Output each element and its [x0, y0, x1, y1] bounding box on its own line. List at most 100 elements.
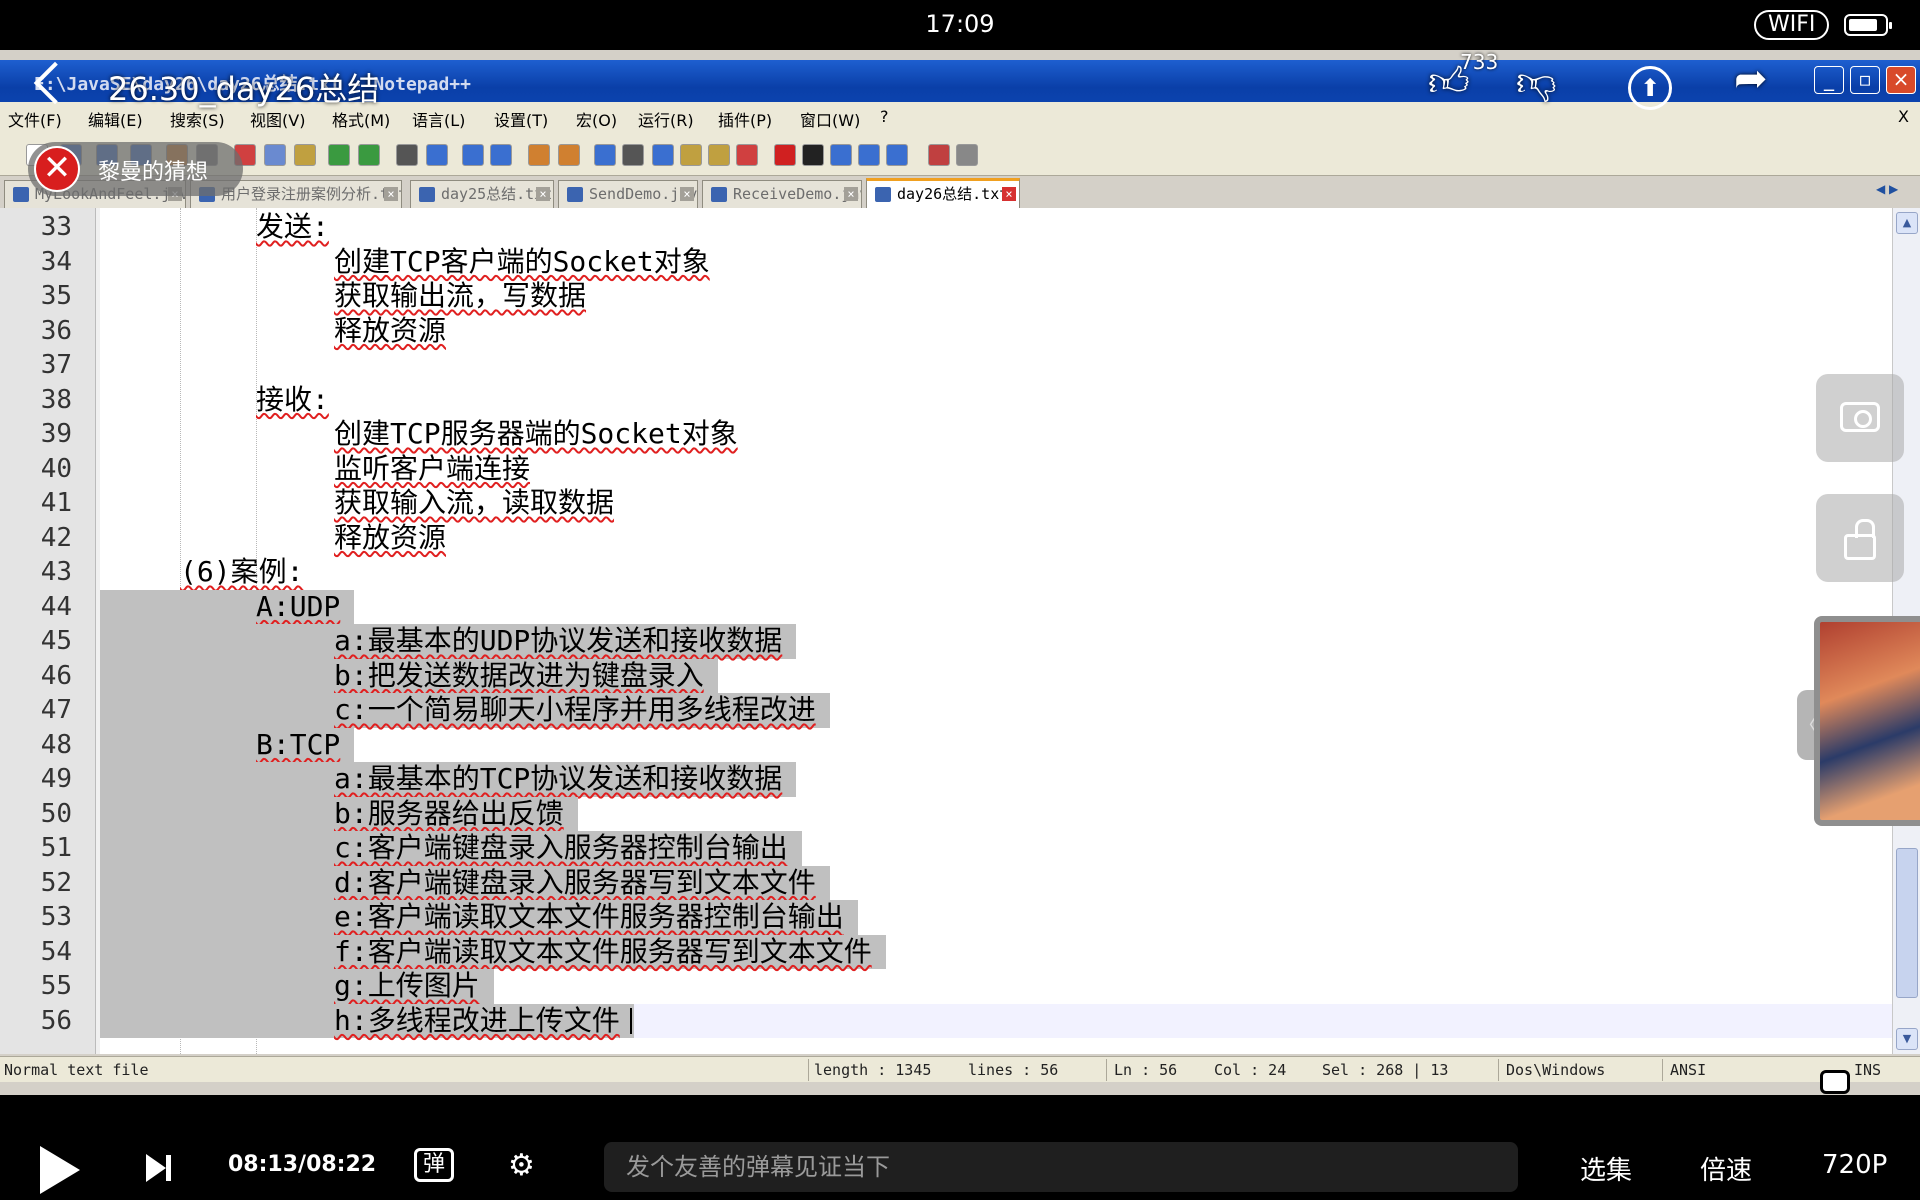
- editor-line[interactable]: 获取输入流，读取数据 41: [0, 486, 1892, 521]
- file-tab[interactable]: SendDemo.java ×: [558, 180, 698, 208]
- menu-item[interactable]: 窗口(W): [800, 107, 860, 131]
- editor-line[interactable]: 发送: 33: [0, 210, 1892, 245]
- share-icon[interactable]: ➦: [1734, 56, 1768, 102]
- menu-item[interactable]: 编辑(E): [88, 107, 143, 131]
- screenshot-button[interactable]: [1816, 374, 1904, 462]
- toolbar-button-icon[interactable]: [956, 144, 978, 166]
- editor-line[interactable]: e:客户端读取文本文件服务器控制台输出 53: [0, 900, 1892, 935]
- editor-line[interactable]: g:上传图片 55: [0, 969, 1892, 1004]
- lock-screen-button[interactable]: [1816, 494, 1904, 582]
- toolbar-button-icon[interactable]: [264, 144, 286, 166]
- menu-close-icon[interactable]: X: [1898, 107, 1909, 126]
- speed-button[interactable]: 倍速: [1700, 1150, 1752, 1187]
- editor-line[interactable]: B:TCP 48: [0, 727, 1892, 762]
- toolbar-button-icon[interactable]: [886, 144, 908, 166]
- toolbar-button-icon[interactable]: [462, 144, 484, 166]
- menu-item[interactable]: 搜索(S): [170, 107, 225, 131]
- editor-line[interactable]: c:一个简易聊天小程序并用多线程改进 47: [0, 693, 1892, 728]
- menu-item[interactable]: 语言(L): [412, 107, 465, 131]
- editor-line[interactable]: 37: [0, 348, 1892, 383]
- scroll-thumb[interactable]: [1896, 848, 1918, 998]
- file-tab[interactable]: ReceiveDemo.java×: [702, 180, 862, 208]
- toolbar-button-icon[interactable]: [736, 144, 758, 166]
- episodes-button[interactable]: 选集: [1580, 1150, 1632, 1187]
- toolbar-button-icon[interactable]: [396, 144, 418, 166]
- tab-close-icon[interactable]: ×: [536, 187, 550, 201]
- tab-close-icon[interactable]: ×: [844, 187, 858, 201]
- menu-item[interactable]: 运行(R): [638, 107, 694, 131]
- close-window-button[interactable]: ×: [1886, 66, 1916, 94]
- tab-close-icon[interactable]: ×: [680, 187, 694, 201]
- danmaku-settings-icon[interactable]: ⚙: [508, 1148, 548, 1184]
- menu-item[interactable]: 文件(F): [8, 107, 62, 131]
- toolbar-button-icon[interactable]: [774, 144, 796, 166]
- menu-item[interactable]: 视图(V): [250, 107, 305, 131]
- toolbar-button-icon[interactable]: [928, 144, 950, 166]
- toolbar-button-icon[interactable]: [328, 144, 350, 166]
- source-label: 黎曼的猜想: [98, 160, 209, 185]
- editor-line[interactable]: f:客户端读取文本文件服务器写到文本文件 54: [0, 934, 1892, 969]
- editor-line[interactable]: h:多线程改进上传文件 56: [0, 1003, 1892, 1038]
- menu-item[interactable]: 设置(T): [494, 107, 548, 131]
- toolbar-button-icon[interactable]: [858, 144, 880, 166]
- close-x-icon: ✕: [34, 146, 80, 192]
- editor-line[interactable]: A:UDP 44: [0, 589, 1892, 624]
- editor-line[interactable]: 创建TCP客户端的Socket对象 34: [0, 245, 1892, 280]
- editor-line[interactable]: b:服务器给出反馈 50: [0, 796, 1892, 831]
- toolbar-button-icon[interactable]: [652, 144, 674, 166]
- minimize-button[interactable]: _: [1814, 66, 1844, 94]
- editor-line[interactable]: a:最基本的UDP协议发送和接收数据 45: [0, 624, 1892, 659]
- danmaku-input[interactable]: 发个友善的弹幕见证当下: [604, 1142, 1518, 1192]
- menu-item[interactable]: 宏(O): [576, 107, 617, 131]
- toolbar-button-icon[interactable]: [594, 144, 616, 166]
- toolbar-button-icon[interactable]: [294, 144, 316, 166]
- video-title: 26.30_day26总结: [108, 70, 380, 108]
- line-number: 52: [40, 867, 72, 898]
- toolbar-button-icon[interactable]: [558, 144, 580, 166]
- scroll-up-arrow[interactable]: ▲: [1896, 212, 1918, 234]
- toolbar-button-icon[interactable]: [680, 144, 702, 166]
- editor-line[interactable]: b:把发送数据改进为键盘录入 46: [0, 658, 1892, 693]
- menu-item[interactable]: 格式(M): [332, 107, 390, 131]
- editor-line[interactable]: 创建TCP服务器端的Socket对象 39: [0, 417, 1892, 452]
- quality-button[interactable]: 720P: [1822, 1150, 1887, 1180]
- toolbar-button-icon[interactable]: [802, 144, 824, 166]
- source-badge[interactable]: ✕ 黎曼的猜想: [28, 142, 243, 196]
- tab-scroll-arrows[interactable]: ◀ ▶: [1876, 182, 1916, 202]
- danmaku-toggle[interactable]: 弹: [414, 1148, 454, 1182]
- toolbar-button-icon[interactable]: [708, 144, 730, 166]
- encoding: ANSI: [1670, 1061, 1707, 1079]
- editor-line[interactable]: 释放资源 36: [0, 314, 1892, 349]
- coin-icon[interactable]: ⬆: [1628, 66, 1672, 110]
- editor-lines[interactable]: 发送: 33 创建TCP客户端的Socket对象 34 获取输出流，写数据 35 释放资源 3…: [0, 208, 1892, 1054]
- editor-line[interactable]: a:最基本的TCP协议发送和接收数据 49: [0, 762, 1892, 797]
- toolbar-button-icon[interactable]: [358, 144, 380, 166]
- editor-line[interactable]: 接收: 38: [0, 383, 1892, 418]
- editor-line[interactable]: 获取输出流，写数据 35: [0, 279, 1892, 314]
- scroll-down-arrow[interactable]: ▼: [1896, 1028, 1918, 1050]
- menu-item[interactable]: 插件(P): [718, 107, 772, 131]
- maximize-button[interactable]: ▫: [1850, 66, 1880, 94]
- file-tab[interactable]: day25总结.txt ×: [410, 180, 554, 208]
- editor-line[interactable]: d:客户端键盘录入服务器写到文本文件 52: [0, 865, 1892, 900]
- line-number: 50: [40, 798, 72, 829]
- line-text: A:UDP: [256, 589, 341, 623]
- next-icon[interactable]: [146, 1154, 172, 1184]
- recommended-thumbnail[interactable]: [1814, 616, 1920, 826]
- editor-line[interactable]: c:客户端键盘录入服务器控制台输出 51: [0, 831, 1892, 866]
- toolbar-button-icon[interactable]: [490, 144, 512, 166]
- toolbar-button-icon[interactable]: [528, 144, 550, 166]
- editor-line[interactable]: 监听客户端连接 40: [0, 452, 1892, 487]
- toolbar-button-icon[interactable]: [622, 144, 644, 166]
- tab-close-icon[interactable]: ×: [1002, 187, 1016, 201]
- play-icon[interactable]: [40, 1146, 80, 1194]
- dislike-icon[interactable]: 👎︎: [1516, 58, 1557, 106]
- tab-close-icon[interactable]: ×: [384, 187, 398, 201]
- toolbar-button-icon[interactable]: [426, 144, 448, 166]
- file-tab[interactable]: day26总结.txt ×: [866, 178, 1020, 208]
- editor-line[interactable]: (6)案例: 43: [0, 555, 1892, 590]
- menu-item[interactable]: ?: [880, 107, 889, 126]
- text-editor[interactable]: 发送: 33 创建TCP客户端的Socket对象 34 获取输出流，写数据 35 释放资源 3…: [0, 208, 1920, 1054]
- toolbar-button-icon[interactable]: [830, 144, 852, 166]
- editor-line[interactable]: 释放资源 42: [0, 521, 1892, 556]
